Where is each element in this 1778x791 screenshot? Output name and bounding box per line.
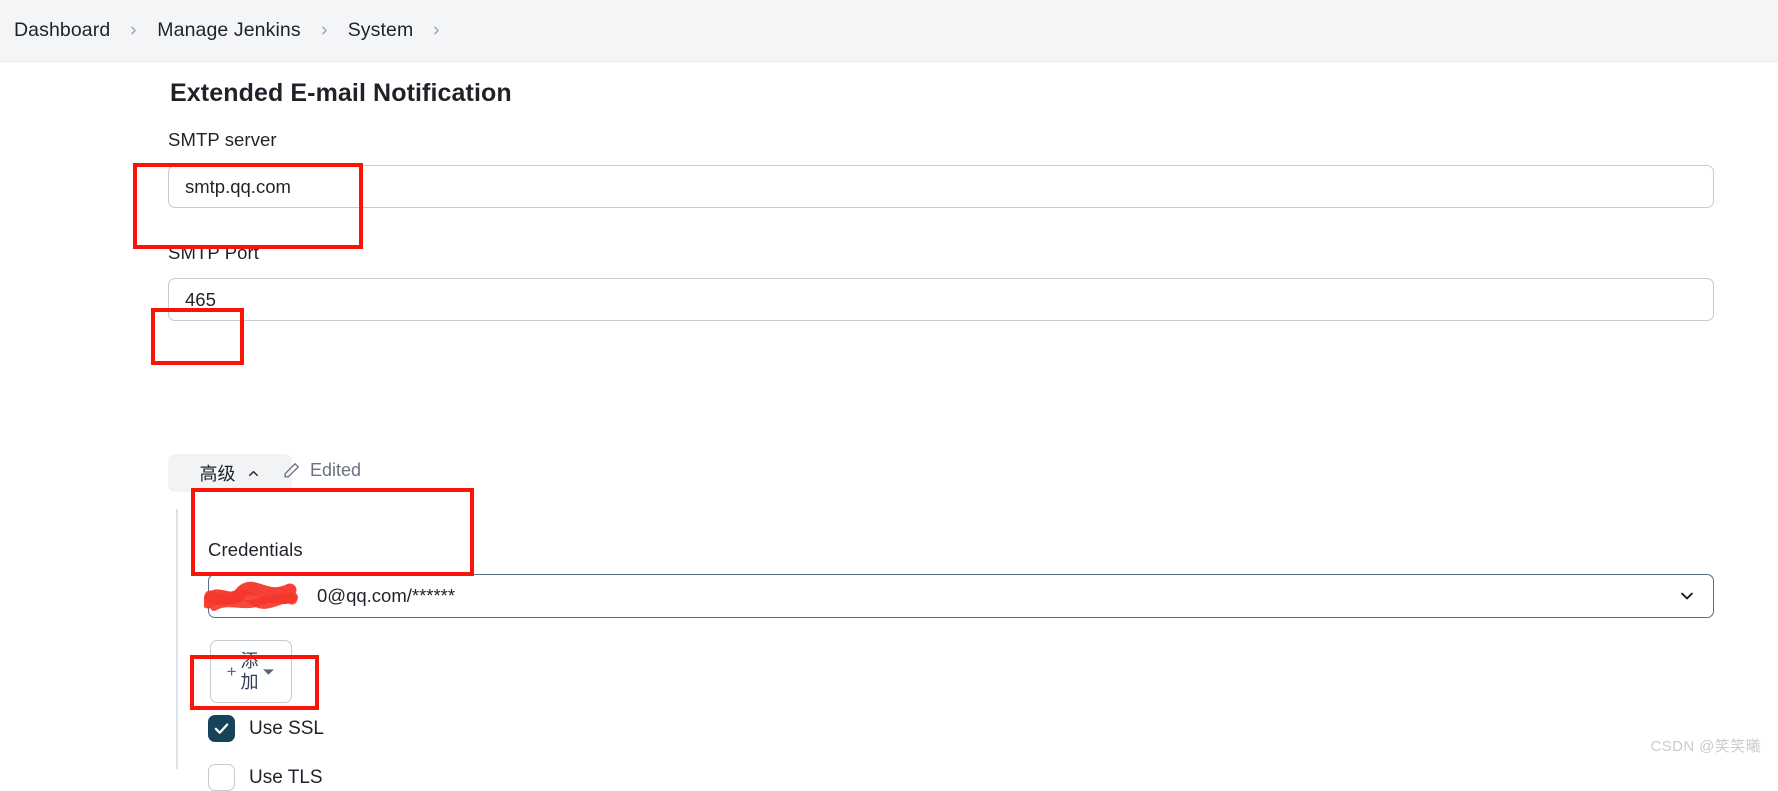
advanced-toggle-label: 高级 [199, 464, 236, 484]
use-tls-checkbox[interactable] [208, 764, 235, 791]
chevron-down-icon [1677, 586, 1697, 606]
advanced-toggle-button[interactable]: 高级 [168, 454, 292, 492]
smtp-server-label: SMTP server [168, 129, 277, 150]
advanced-section [176, 509, 1721, 769]
use-ssl-row[interactable]: Use SSL [208, 715, 324, 742]
use-ssl-label: Use SSL [249, 717, 324, 739]
pencil-icon [282, 461, 301, 480]
use-tls-row[interactable]: Use TLS [208, 764, 323, 791]
use-ssl-checkbox[interactable] [208, 715, 235, 742]
page-content: Extended E-mail Notification SMTP server… [0, 62, 1778, 791]
chevron-right-icon [318, 24, 331, 37]
watermark: CSDN @笑笑曦 [1650, 738, 1761, 755]
chevron-right-icon [127, 24, 140, 37]
page-title: Extended E-mail Notification [170, 79, 512, 107]
edited-indicator: Edited [282, 460, 361, 481]
add-credentials-button[interactable]: + 添加 [210, 640, 292, 703]
breadcrumb-item-system[interactable]: System [346, 17, 416, 44]
smtp-server-input[interactable]: smtp.qq.com [168, 165, 1714, 208]
chevron-up-icon [246, 466, 261, 481]
chevron-right-icon [430, 24, 443, 37]
check-icon [214, 723, 229, 734]
smtp-port-input[interactable]: 465 [168, 278, 1714, 321]
add-credentials-label: 添加 [240, 650, 259, 692]
breadcrumb-item-dashboard[interactable]: Dashboard [12, 17, 112, 44]
breadcrumb: Dashboard Manage Jenkins System [0, 0, 1778, 62]
credentials-select[interactable]: 0@qq.com/****** [208, 574, 1714, 618]
smtp-port-label: SMTP Port [168, 242, 260, 263]
caret-down-icon [262, 665, 275, 678]
edited-label: Edited [310, 460, 362, 480]
use-tls-label: Use TLS [249, 766, 323, 788]
breadcrumb-item-manage-jenkins[interactable]: Manage Jenkins [155, 17, 302, 44]
credentials-label: Credentials [208, 539, 303, 560]
credentials-select-value: 0@qq.com/****** [317, 585, 456, 606]
plus-icon: + [226, 662, 237, 681]
